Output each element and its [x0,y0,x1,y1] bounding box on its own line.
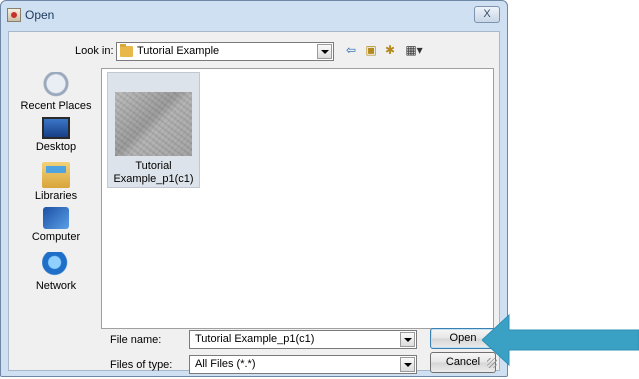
place-label: Libraries [34,190,78,202]
view-menu-button[interactable]: ▦▾ [403,42,425,58]
look-in-dropdown[interactable]: Tutorial Example [116,42,334,61]
window-title: Open [25,8,55,22]
place-recent-places[interactable]: Recent Places [16,72,96,112]
file-item[interactable]: Tutorial Example_p1(c1) [107,72,200,188]
place-label: Network [35,280,77,292]
file-name-field[interactable]: Tutorial Example_p1(c1) [189,330,417,349]
libraries-icon [42,162,70,188]
computer-icon [43,207,69,229]
places-bar: Recent Places Desktop Libraries Computer… [16,72,96,334]
chevron-down-icon[interactable] [400,357,415,372]
view-list-icon: ▦▾ [405,43,423,57]
files-of-type-label: Files of type: [110,359,173,371]
folder-up-icon: ▣ [365,43,377,57]
chevron-down-icon[interactable] [400,332,415,347]
close-icon: X [483,8,491,20]
look-in-label: Look in: [75,45,114,57]
back-arrow-icon: ⇦ [345,43,357,57]
open-dialog-window: Open X Look in: Tutorial Example ⇦ ▣ ✱ ▦… [0,0,508,377]
new-folder-button[interactable]: ✱ [382,42,398,58]
new-folder-icon: ✱ [384,43,396,57]
chevron-down-icon[interactable] [317,44,332,59]
look-in-value: Tutorial Example [137,45,220,57]
file-item-label: Tutorial Example_p1(c1) [108,160,199,186]
file-name-label: File name: [110,334,162,346]
dialog-body: Look in: Tutorial Example ⇦ ▣ ✱ ▦▾ Recen… [8,31,500,374]
home-button[interactable]: ▣ [363,42,379,58]
desktop-icon [42,117,70,139]
place-label: Desktop [35,141,77,153]
title-bar[interactable]: Open X [1,1,507,31]
file-name-line1: Tutorial [135,160,172,172]
pointer-arrow-annotation [482,313,639,367]
java-app-icon [7,8,21,22]
network-icon [42,252,70,278]
place-computer[interactable]: Computer [16,207,96,243]
place-label: Recent Places [20,100,92,112]
up-one-level-button[interactable]: ⇦ [343,42,359,58]
place-libraries[interactable]: Libraries [16,162,96,202]
folder-icon [120,44,133,57]
file-list[interactable]: Tutorial Example_p1(c1) [101,68,494,329]
place-desktop[interactable]: Desktop [16,117,96,153]
image-thumbnail [115,92,192,156]
recent-places-icon [42,72,70,98]
place-network[interactable]: Network [16,252,96,292]
file-name-line2: Example_p1(c1) [113,173,194,185]
arrow-icon [482,313,639,367]
place-label: Computer [31,231,81,243]
file-name-value: Tutorial Example_p1(c1) [195,333,315,345]
files-of-type-dropdown[interactable]: All Files (*.*) [189,355,417,374]
close-button[interactable]: X [474,6,500,23]
files-of-type-value: All Files (*.*) [195,358,256,370]
